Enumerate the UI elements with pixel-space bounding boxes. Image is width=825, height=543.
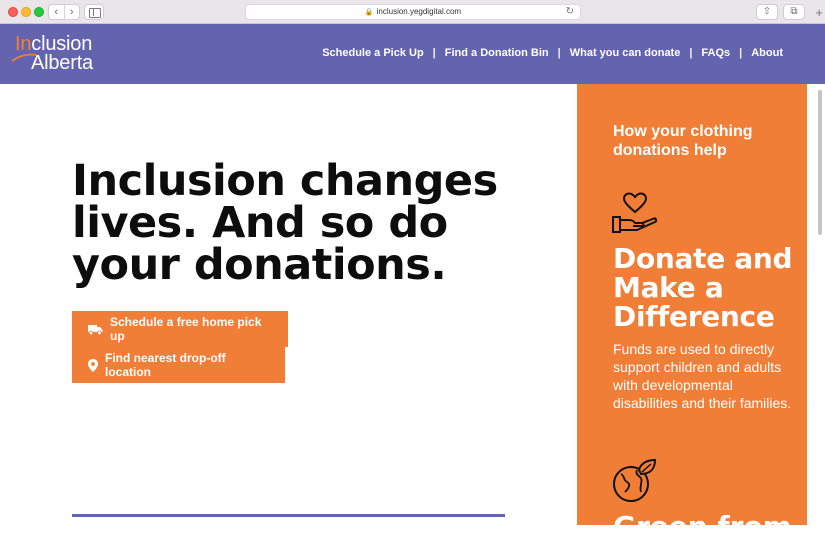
nav-schedule-pickup[interactable]: Schedule a Pick Up: [322, 47, 423, 59]
nav-separator: |: [689, 47, 693, 59]
main-nav: Schedule a Pick Up | Find a Donation Bin…: [322, 47, 783, 59]
site-header: Inclusion Alberta Schedule a Pick Up | F…: [0, 24, 825, 84]
donate-heading: Donate and Make a Difference: [613, 242, 793, 333]
tab-overview-button[interactable]: ⧉: [783, 4, 805, 20]
address-bar[interactable]: 🔒 inclusion.yegdigital.com ↻: [245, 4, 581, 20]
scrollbar-track[interactable]: [807, 84, 825, 525]
nav-separator: |: [432, 47, 436, 59]
address-text: inclusion.yegdigital.com: [376, 7, 462, 16]
back-button[interactable]: ‹: [49, 5, 64, 19]
site-logo[interactable]: Inclusion Alberta: [11, 33, 93, 73]
schedule-pickup-button[interactable]: Schedule a free home pick up: [72, 311, 288, 347]
nav-donation-bin[interactable]: Find a Donation Bin: [445, 47, 549, 59]
location-pin-icon: [88, 358, 98, 372]
heart-hand-icon: [612, 192, 658, 233]
zoom-window-button[interactable]: [34, 7, 44, 17]
nav-what-to-donate[interactable]: What you can donate: [570, 47, 681, 59]
donate-description: Funds are used to directly support child…: [613, 341, 792, 411]
nav-separator: |: [557, 47, 561, 59]
hero-headline: Inclusion changes lives. And so do your …: [72, 156, 498, 290]
share-button[interactable]: ⇧: [756, 4, 778, 20]
nav-about[interactable]: About: [751, 47, 783, 59]
lock-icon: 🔒: [364, 9, 374, 16]
nav-separator: |: [739, 47, 743, 59]
new-tab-button[interactable]: +: [815, 5, 823, 20]
section-divider: [72, 514, 505, 517]
browser-toolbar: ‹ › 🔒 inclusion.yegdigital.com ↻ ⇧ ⧉ +: [0, 0, 825, 24]
find-dropoff-button[interactable]: Find nearest drop-off location: [72, 347, 285, 383]
find-dropoff-label: Find nearest drop-off location: [105, 351, 226, 379]
logo-swoosh-icon: [11, 53, 37, 62]
nav-faqs[interactable]: FAQs: [701, 47, 730, 59]
reload-icon[interactable]: ↻: [566, 5, 574, 19]
truck-icon: [88, 324, 103, 335]
scrollbar-thumb[interactable]: [818, 90, 822, 235]
green-heading: Green from: [613, 510, 792, 543]
schedule-pickup-label: Schedule a free home pick up: [110, 315, 262, 343]
panel-title: How your clothing donations help: [613, 123, 753, 159]
earth-leaf-icon: [613, 458, 657, 502]
minimize-window-button[interactable]: [21, 7, 31, 17]
history-buttons: ‹ ›: [48, 4, 80, 20]
donation-impact-panel: How your clothing donations help Donate …: [577, 84, 807, 541]
forward-button[interactable]: ›: [63, 5, 80, 19]
close-window-button[interactable]: [8, 7, 18, 17]
sidebar-toggle-button[interactable]: [84, 4, 104, 20]
logo-accent: In: [15, 33, 32, 55]
